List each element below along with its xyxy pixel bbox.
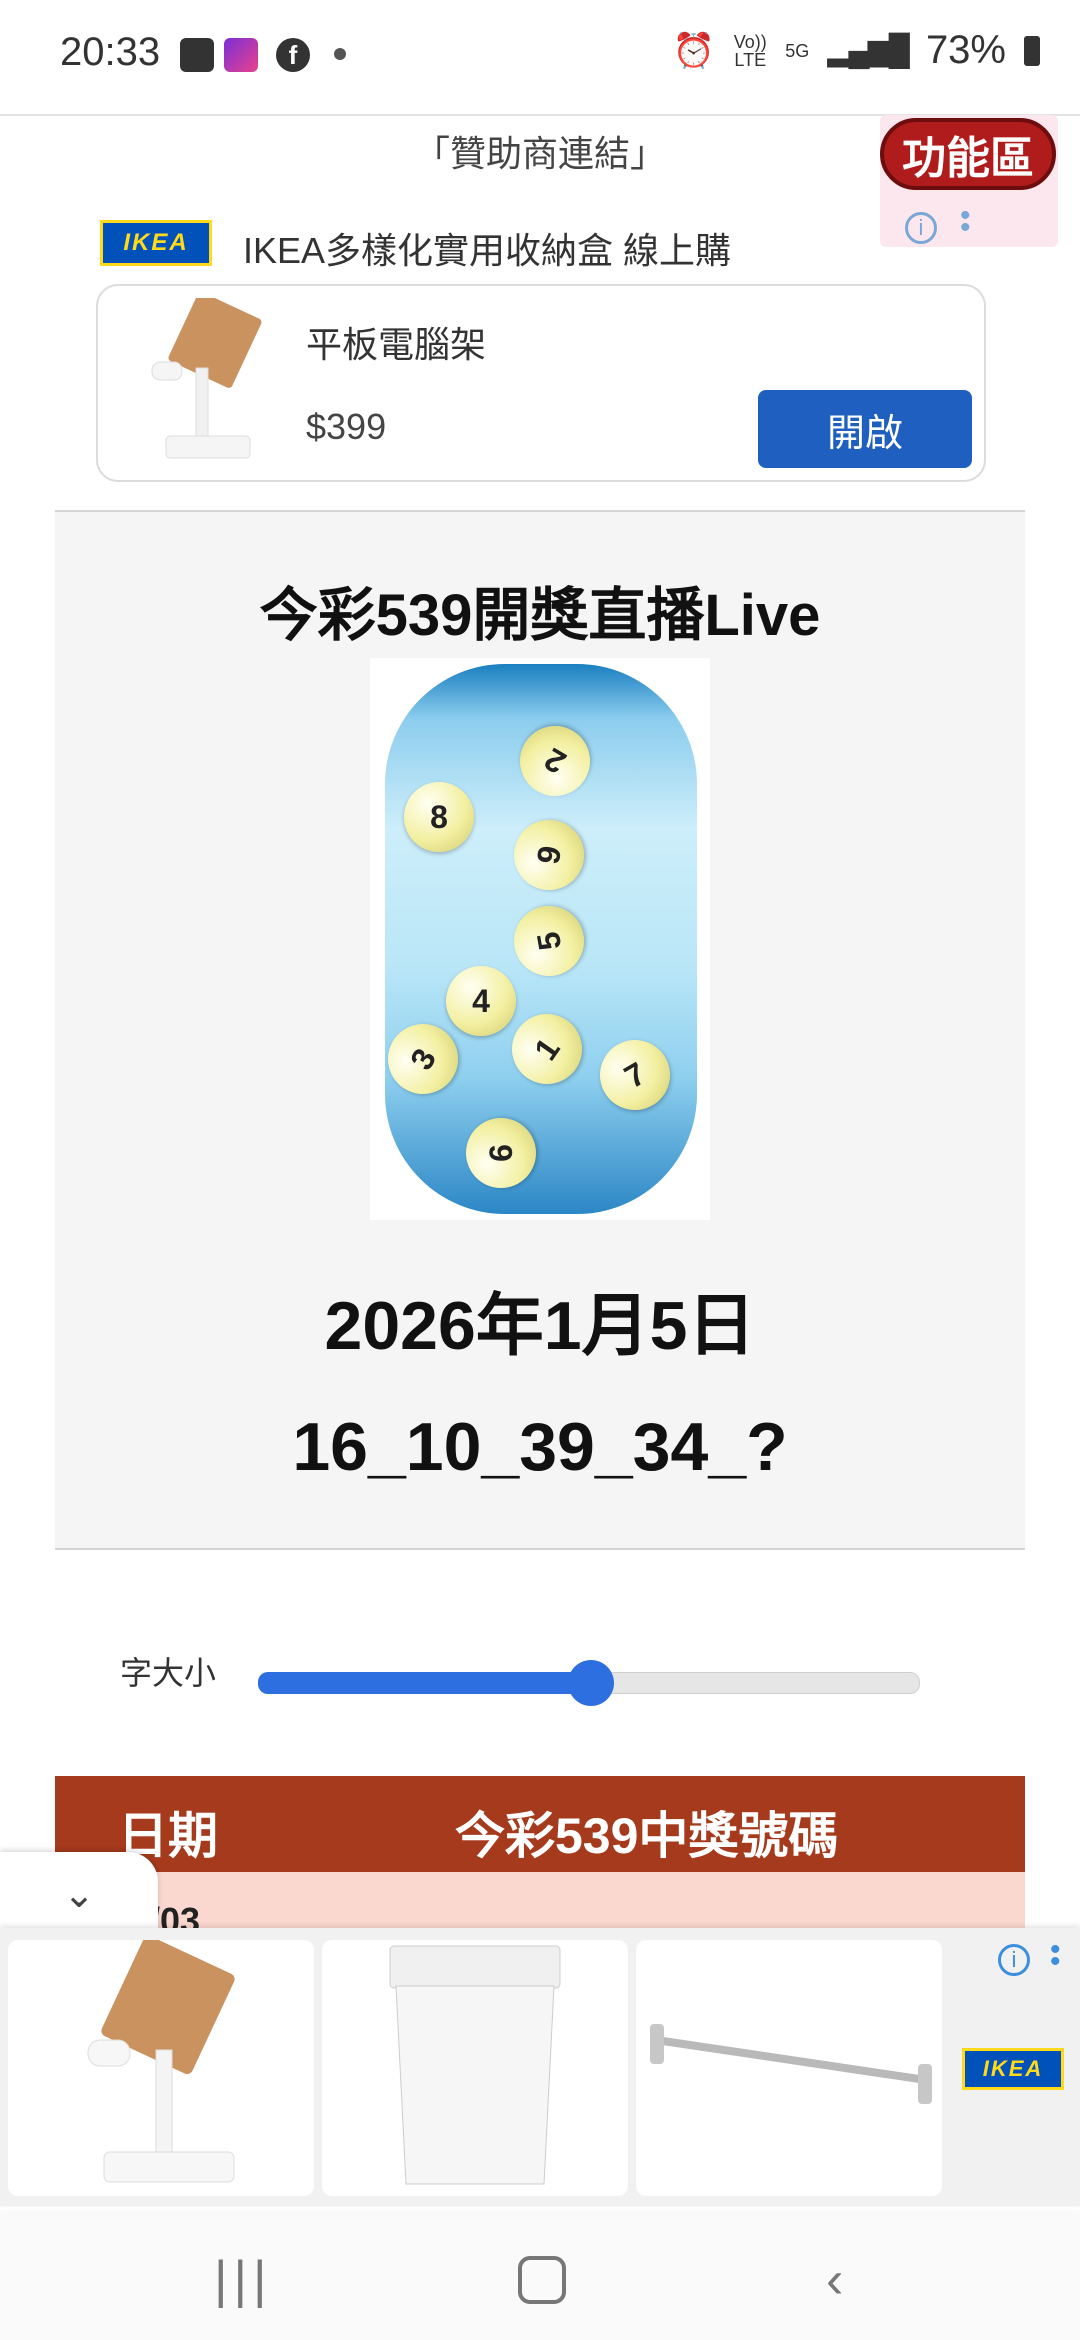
- chevron-down-icon: ⌄: [63, 1873, 95, 1916]
- tablet-stand-image: [140, 292, 270, 466]
- ad-product-title: 平板電腦架: [306, 324, 487, 365]
- ad-headline[interactable]: IKEA多樣化實用收納盒 線上購: [243, 222, 731, 274]
- collapse-ad-button[interactable]: ⌄: [0, 1852, 158, 1936]
- ad-info-icon[interactable]: i: [998, 1944, 1030, 1976]
- column-header-numbers: 今彩539中獎號碼: [455, 1808, 839, 1864]
- battery-icon: [1024, 35, 1040, 66]
- network-indicator: 5G: [785, 40, 810, 61]
- recent-apps-icon[interactable]: |||: [214, 2250, 273, 2310]
- ad-product-tile[interactable]: [8, 1935, 314, 2196]
- table-row: [55, 1872, 1025, 1932]
- signal-icon: ▂▄▆█: [827, 34, 910, 67]
- home-icon[interactable]: [518, 2256, 566, 2304]
- ikea-logo: IKEA: [100, 220, 212, 266]
- lottery-ball: 6: [466, 1118, 536, 1188]
- ad-more-icon[interactable]: • •: [1050, 1935, 1061, 1977]
- function-button[interactable]: 功能區: [880, 118, 1056, 190]
- ad-open-button[interactable]: 開啟: [758, 390, 972, 468]
- ad-product-tile[interactable]: [322, 1940, 628, 2196]
- draw-numbers: 16_10_39_34_?: [292, 1409, 788, 1485]
- app-icon: [224, 38, 258, 72]
- status-right: ⏰ Vo)) LTE 5G ▂▄▆█ 73%: [673, 28, 1040, 73]
- page-top-strip: [0, 88, 1080, 116]
- ikea-logo: IKEA: [962, 2048, 1064, 2090]
- draw-date: 2026年1月5日: [324, 1288, 756, 1364]
- image-icon: [180, 38, 214, 72]
- font-size-label: 字大小: [120, 1655, 217, 1691]
- lottery-ball: 4: [446, 966, 516, 1036]
- ad-product-tile[interactable]: [636, 1940, 942, 2196]
- battery-level: 73%: [925, 28, 1006, 72]
- volte-indicator: Vo)) LTE: [733, 31, 767, 70]
- notification-dot-icon: [334, 48, 346, 60]
- ad-price: $399: [306, 406, 387, 447]
- font-size-slider-fill: [258, 1672, 590, 1694]
- alarm-icon: ⏰: [672, 31, 716, 70]
- facebook-icon: f: [276, 38, 310, 72]
- font-size-slider-thumb[interactable]: [568, 1660, 614, 1706]
- ad-info-icon[interactable]: i: [905, 212, 937, 244]
- lottery-ball: 8: [404, 782, 474, 852]
- live-title: 今彩539開獎直播Live: [259, 583, 821, 648]
- back-icon[interactable]: ‹: [826, 2250, 843, 2310]
- ad-more-icon[interactable]: • •: [960, 201, 971, 243]
- status-time: 20:33: [60, 30, 161, 74]
